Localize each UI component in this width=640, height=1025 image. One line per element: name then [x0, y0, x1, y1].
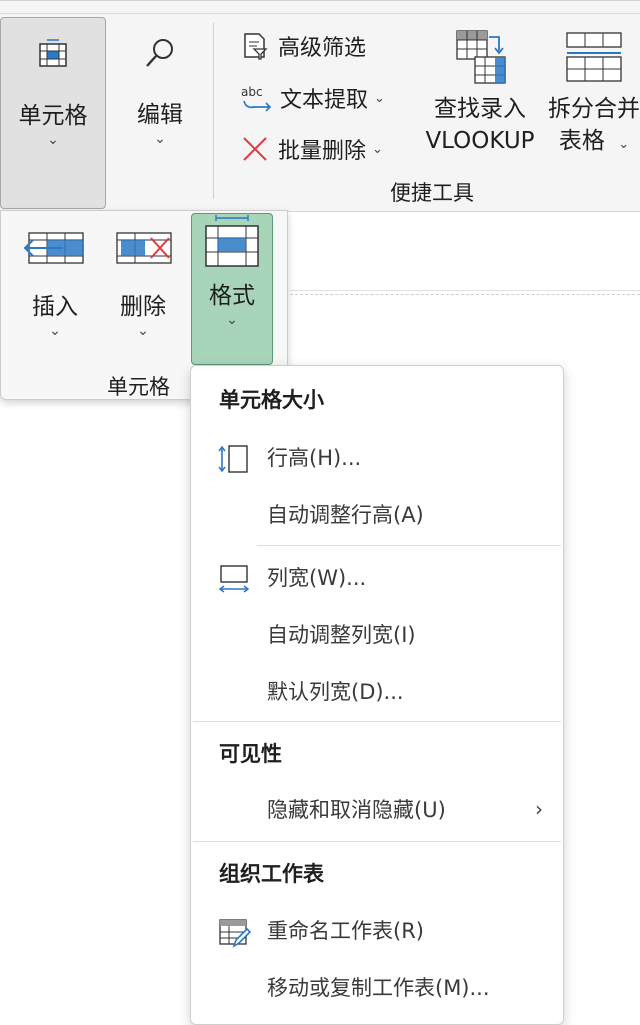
rename-sheet-icon — [219, 919, 251, 948]
chevron-down-icon: ⌄ — [618, 137, 630, 152]
format-button[interactable]: 格式 ⌄ — [191, 213, 273, 365]
format-menu: 单元格大小 行高(H)... 自动调整行高(A) 列宽(W)... 自动调整列宽… — [190, 365, 564, 1025]
ribbon-separator — [213, 23, 214, 199]
abc-extract-icon: abc — [241, 85, 272, 112]
menu-separator — [257, 545, 561, 546]
row-height-icon — [218, 445, 248, 473]
section-title-organize-sheets: 组织工作表 — [219, 862, 324, 886]
row-height-label: 行高(H)... — [267, 446, 362, 470]
batch-delete-button[interactable]: 批量删除 ⌄ — [240, 132, 383, 166]
vlookup-label-line1: 查找录入 — [434, 96, 526, 122]
chevron-down-icon: ⌄ — [372, 141, 383, 157]
delete-label: 删除 — [120, 294, 166, 320]
cell-panel-group-label: 单元格 — [107, 375, 170, 399]
section-title-cell-size: 单元格大小 — [219, 388, 324, 412]
column-width-icon — [218, 565, 250, 593]
batch-delete-label: 批量删除 — [278, 139, 367, 164]
menu-item-move-copy-sheet[interactable]: 移动或复制工作表(M)... — [193, 962, 561, 1012]
search-icon — [146, 39, 173, 67]
menu-item-hide-unhide[interactable]: 隐藏和取消隐藏(U) › — [193, 784, 561, 834]
ruler — [290, 278, 640, 295]
insert-label: 插入 — [32, 294, 78, 320]
autofit-row-label: 自动调整行高(A) — [267, 503, 424, 527]
delete-button[interactable]: 删除 ⌄ — [107, 225, 179, 339]
svg-text:abc: abc — [241, 85, 263, 99]
chevron-right-icon: › — [535, 797, 543, 821]
autofit-column-label: 自动调整列宽(I) — [267, 623, 416, 647]
split-merge-label-line1: 拆分合并 — [548, 96, 640, 122]
menu-item-default-width[interactable]: 默认列宽(D)... — [193, 666, 561, 716]
cell-group-button[interactable]: 单元格 ⌄ — [0, 17, 106, 209]
vlookup-label-line2: VLOOKUP — [425, 128, 535, 154]
menu-separator — [193, 721, 561, 722]
advanced-filter-button[interactable]: 高级筛选 — [240, 29, 366, 63]
insert-cells-icon — [23, 232, 84, 264]
cell-group-label: 单元格 — [18, 103, 88, 129]
advanced-filter-label: 高级筛选 — [278, 36, 367, 61]
insert-button[interactable]: 插入 ⌄ — [19, 225, 91, 339]
ribbon: 单元格 ⌄ 编辑 ⌄ 高级筛选 abc 文本提取 ⌄ 批量删除 ⌄ 查找录入 V… — [0, 0, 640, 212]
text-extract-label: 文本提取 — [280, 88, 369, 113]
format-label: 格式 — [209, 283, 255, 309]
vlookup-table-icon — [456, 30, 506, 84]
chevron-down-icon: ⌄ — [137, 323, 149, 339]
text-extract-button[interactable]: abc 文本提取 ⌄ — [240, 81, 385, 115]
edit-label: 编辑 — [137, 102, 183, 128]
menu-item-column-width[interactable]: 列宽(W)... — [193, 552, 561, 602]
format-cells-icon — [205, 215, 259, 267]
delete-cells-icon — [116, 232, 172, 264]
split-table-icon — [566, 32, 622, 82]
menu-separator — [193, 841, 561, 842]
menu-item-autofit-row-height[interactable]: 自动调整行高(A) — [193, 489, 561, 539]
move-copy-sheet-label: 移动或复制工作表(M)... — [267, 976, 490, 1000]
column-width-label: 列宽(W)... — [267, 566, 367, 590]
chevron-down-icon: ⌄ — [226, 312, 238, 328]
split-merge-table-button[interactable]: 拆分合并 表格 ⌄ — [548, 27, 640, 167]
cell-icon — [39, 39, 67, 67]
rename-sheet-label: 重命名工作表(R) — [267, 919, 424, 943]
red-x-icon — [243, 137, 267, 161]
menu-item-row-height[interactable]: 行高(H)... — [193, 432, 561, 482]
split-merge-label-line2: 表格 ⌄ — [548, 127, 640, 159]
filter-doc-icon — [244, 33, 268, 60]
chevron-down-icon: ⌄ — [47, 132, 59, 148]
section-title-visibility: 可见性 — [219, 742, 282, 766]
ribbon-top-line — [0, 13, 640, 14]
chevron-down-icon: ⌄ — [154, 131, 166, 147]
chevron-down-icon: ⌄ — [374, 90, 385, 106]
menu-item-rename-sheet[interactable]: 重命名工作表(R) — [193, 905, 561, 955]
split-merge-label-line2-text: 表格 — [558, 128, 605, 154]
default-width-label: 默认列宽(D)... — [267, 680, 404, 704]
menu-item-autofit-column-width[interactable]: 自动调整列宽(I) — [193, 609, 561, 659]
convenience-group-label: 便捷工具 — [390, 181, 474, 205]
hide-unhide-label: 隐藏和取消隐藏(U) — [267, 798, 446, 822]
chevron-down-icon: ⌄ — [49, 323, 61, 339]
edit-button[interactable]: 编辑 ⌄ — [120, 27, 200, 177]
vlookup-button[interactable]: 查找录入 VLOOKUP — [418, 27, 542, 167]
